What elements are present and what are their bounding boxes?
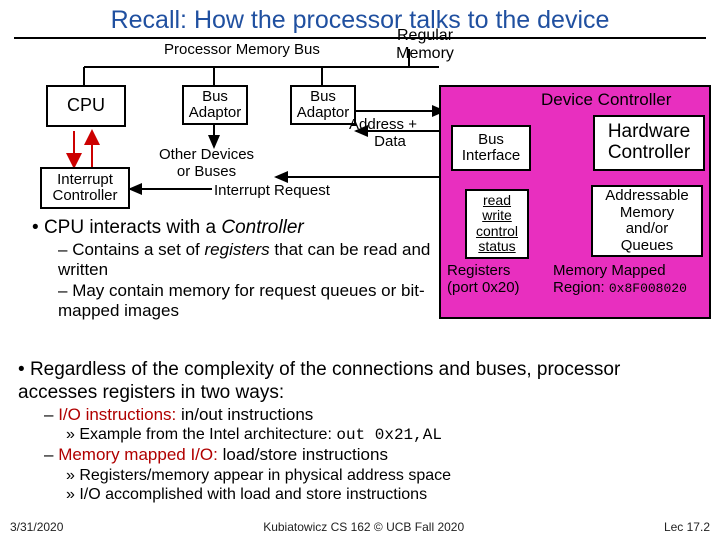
device-controller-panel: Device Controller Bus Interface Hardware…	[439, 85, 711, 319]
bus-adaptor-2-box: Bus Adaptor	[290, 85, 356, 125]
reg-write: write	[482, 208, 512, 223]
footer-center: Kubiatowicz CS 162 © UCB Fall 2020	[263, 520, 464, 534]
footer-date: 3/31/2020	[10, 520, 63, 534]
other-devices-label: Other Devices or Buses	[159, 147, 254, 180]
regular-memory-label: Regular Memory	[386, 25, 464, 65]
memory-mapped-label: Memory Mapped Region: 0x8F008020	[553, 263, 687, 296]
bullet-mmio-ex2: I/O accomplished with load and store ins…	[66, 485, 702, 504]
device-controller-title: Device Controller	[541, 91, 671, 110]
regular-memory-l2: Memory	[396, 45, 454, 63]
bullet-registers: Contains a set of registers that can be …	[58, 240, 438, 281]
diagram-area: Processor Memory Bus Regular Memory CPU …	[14, 39, 706, 319]
footer-right: Lec 17.2	[664, 520, 710, 534]
bus-adaptor-2-l1: Bus	[310, 89, 336, 106]
bullet-registers-a: Contains a set of	[72, 240, 204, 259]
regular-memory-l1: Regular	[397, 27, 453, 45]
reg-status: status	[478, 239, 515, 254]
bullet-mmio-b: load/store instructions	[218, 445, 388, 464]
interrupt-controller-box: Interrupt Controller	[40, 167, 130, 209]
addressable-memory-l3: and/or	[626, 221, 669, 238]
other-devices-l2: or Buses	[159, 164, 254, 181]
cpu-box: CPU	[46, 85, 126, 127]
bus-interface-l1: Bus	[478, 132, 504, 149]
bus-adaptor-1-box: Bus Adaptor	[182, 85, 248, 125]
addressable-memory-l1: Addressable	[605, 188, 688, 205]
hardware-controller-box: Hardware Controller	[593, 115, 705, 171]
bus-adaptor-2-l2: Adaptor	[297, 105, 350, 122]
bus-interface-box: Bus Interface	[451, 125, 531, 171]
bullet-io-example: Example from the Intel architecture: out…	[66, 425, 702, 445]
address-data-label: Address + Data	[349, 117, 417, 150]
bullet-io-example-a: Example from the Intel architecture:	[79, 426, 336, 443]
addressable-memory-l2: Memory	[620, 205, 674, 222]
slide-title: Recall: How the processor talks to the d…	[14, 0, 706, 39]
hardware-controller-l2: Controller	[608, 143, 690, 164]
bullet-cpu-interacts-a: CPU interacts with a	[44, 217, 221, 238]
processor-memory-bus-label: Processor Memory Bus	[164, 42, 320, 59]
hardware-controller-l1: Hardware	[608, 122, 690, 143]
cpu-text: CPU	[67, 96, 105, 116]
bullet-cpu-interacts: CPU interacts with a Controller	[32, 217, 448, 240]
footer: 3/31/2020 Kubiatowicz CS 162 © UCB Fall …	[0, 520, 720, 534]
addressable-memory-box: Addressable Memory and/or Queues	[591, 185, 703, 257]
bullet-memory-queues: May contain memory for request queues or…	[58, 281, 438, 322]
bullet-io-instructions-a: I/O instructions:	[58, 405, 176, 424]
reg-read: read	[483, 193, 511, 208]
registers-label: Registers (port 0x20)	[447, 263, 520, 296]
memory-mapped-l2a: Region:	[553, 279, 609, 296]
registers-l2: (port 0x20)	[447, 280, 520, 297]
bus-adaptor-1-l2: Adaptor	[189, 105, 242, 122]
bullet-io-instructions-b: in/out instructions	[176, 405, 313, 424]
bullet-io-instructions: I/O instructions: in/out instructions	[44, 405, 702, 425]
bullet-io-example-b: out 0x21,AL	[336, 426, 442, 444]
registers-l1: Registers	[447, 263, 520, 280]
addressable-memory-l4: Queues	[621, 238, 674, 255]
other-devices-l1: Other Devices	[159, 147, 254, 164]
address-data-l2: Data	[363, 134, 417, 151]
reg-control: control	[476, 224, 518, 239]
bus-interface-l2: Interface	[462, 148, 520, 165]
bullet-mmio-ex1: Registers/memory appear in physical addr…	[66, 466, 702, 485]
interrupt-controller-l2: Controller	[52, 188, 117, 205]
address-data-l1: Address +	[349, 117, 417, 134]
bullet-mmio: Memory mapped I/O: load/store instructio…	[44, 445, 702, 465]
interrupt-request-label: Interrupt Request	[214, 183, 330, 200]
interrupt-controller-l1: Interrupt	[57, 172, 113, 189]
registers-box: read write control status	[465, 189, 529, 259]
bus-adaptor-1-l1: Bus	[202, 89, 228, 106]
memory-mapped-l2b: 0x8F008020	[609, 281, 687, 296]
memory-mapped-l1: Memory Mapped	[553, 263, 687, 280]
bullet-registers-b: registers	[205, 240, 270, 259]
bullet-regardless: Regardless of the complexity of the conn…	[18, 359, 702, 405]
bullet-cpu-interacts-b: Controller	[221, 217, 303, 238]
bullet-mmio-a: Memory mapped I/O:	[58, 445, 218, 464]
